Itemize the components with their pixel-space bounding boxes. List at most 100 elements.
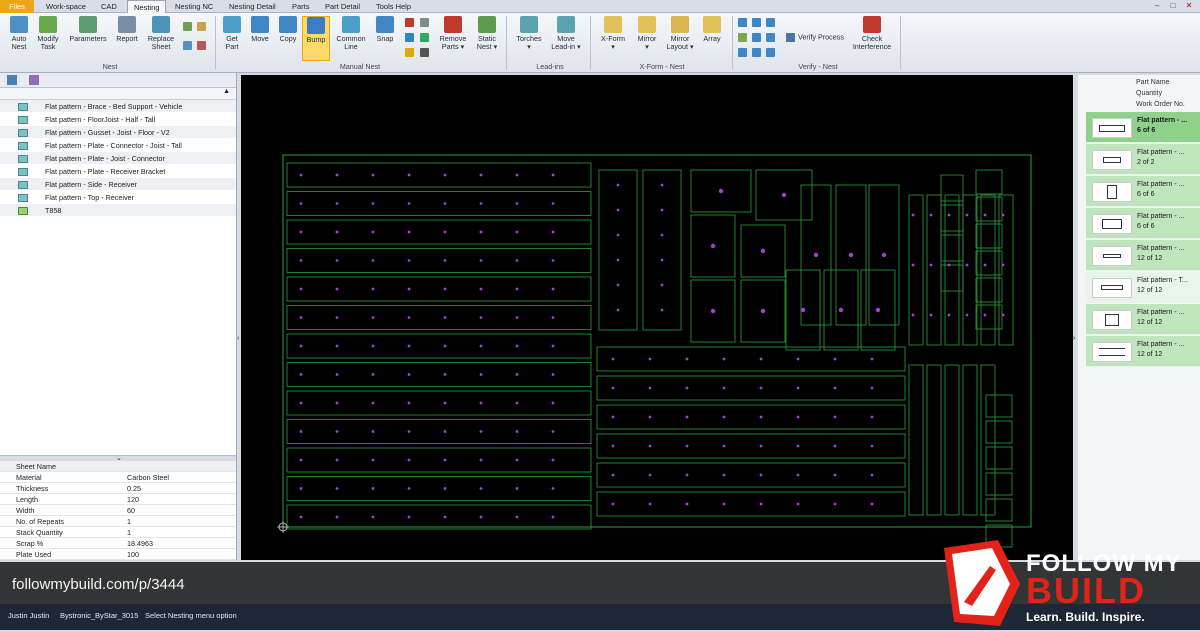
menu-bar: Files Work-space CAD Nesting Nesting NC … <box>0 0 1200 13</box>
list-item[interactable]: Flat pattern - Plate - Connector - Joist… <box>0 139 236 152</box>
part-hole <box>371 401 375 405</box>
maximize-icon[interactable]: □ <box>1168 1 1178 11</box>
collapse-right-icon[interactable]: › <box>1073 335 1075 342</box>
auto-nest-button[interactable]: Auto Nest <box>5 16 33 51</box>
part-hole <box>911 313 915 317</box>
list-item[interactable]: Flat pattern - Brace - Bed Support - Veh… <box>0 100 236 113</box>
small-tool-icon[interactable] <box>738 33 747 42</box>
part-row[interactable]: Flat pattern - T... 12 of 12 <box>1086 272 1200 303</box>
replace-sheet-button[interactable]: Replace Sheet <box>145 16 177 51</box>
parameters-button[interactable]: Parameters <box>68 16 108 43</box>
torches-button[interactable]: Torches ▾ <box>512 16 546 51</box>
list-item[interactable]: T858 <box>0 204 236 217</box>
list-item[interactable]: Flat pattern - Plate - Joist - Connector <box>0 152 236 165</box>
mirror-button[interactable]: Mirror ▾ <box>632 16 662 51</box>
part-row[interactable]: Flat pattern - ... 12 of 12 <box>1086 304 1200 335</box>
small-tool-icon[interactable] <box>766 18 775 27</box>
list-item[interactable]: Flat pattern - Gusset - Joist - Floor - … <box>0 126 236 139</box>
get-part-button[interactable]: Get Part <box>219 16 245 51</box>
x-form-button[interactable]: X-Form ▾ <box>597 16 629 51</box>
report-button[interactable]: Report <box>112 16 142 43</box>
property-row[interactable]: Material Carbon Steel <box>0 472 236 483</box>
small-tool-icon[interactable] <box>420 18 429 27</box>
tab-nesting[interactable]: Nesting <box>127 0 167 13</box>
small-tool-icon[interactable] <box>752 33 761 42</box>
move-lead-in-button[interactable]: Move Lead-in ▾ <box>548 16 584 51</box>
small-tool-icon[interactable] <box>752 18 761 27</box>
nest-canvas[interactable] <box>241 75 1073 560</box>
remove-parts-button[interactable]: Remove Parts ▾ <box>437 16 469 51</box>
modify-task-button[interactable]: Modify Task <box>34 16 62 51</box>
part-row[interactable]: Flat pattern - ... 12 of 12 <box>1086 336 1200 367</box>
tab-tools-help[interactable]: Tools Help <box>370 0 417 13</box>
property-row[interactable]: Length 120 <box>0 494 236 505</box>
snap-button[interactable]: Snap <box>372 16 398 43</box>
part-thumbnail <box>1092 150 1132 170</box>
part-hole <box>299 401 303 405</box>
tab-part-detail[interactable]: Part Detail <box>319 0 366 13</box>
close-icon[interactable]: ✕ <box>1184 1 1194 11</box>
verify-process-button[interactable]: Verify Process <box>786 33 848 42</box>
small-tool-icon[interactable] <box>766 33 775 42</box>
property-row[interactable]: No. of Repeats 1 <box>0 516 236 527</box>
property-row[interactable]: Width 60 <box>0 505 236 516</box>
minimize-icon[interactable]: – <box>1152 1 1162 11</box>
part-hole <box>443 458 447 462</box>
part-hole <box>616 283 620 287</box>
torches-icon <box>520 16 538 33</box>
tab-nesting-detail[interactable]: Nesting Detail <box>223 0 282 13</box>
small-tool-icon[interactable] <box>738 18 747 27</box>
array-button[interactable]: Array <box>699 16 725 43</box>
collapse-icon[interactable]: ▲ <box>223 88 230 95</box>
part-row[interactable]: Flat pattern - ... 6 of 6 <box>1086 208 1200 239</box>
small-tool-icon[interactable] <box>405 33 414 42</box>
property-row[interactable]: Scrap % 18.4963 <box>0 538 236 549</box>
small-tool-icon[interactable] <box>197 22 206 31</box>
view-tree-icon[interactable] <box>29 75 39 85</box>
property-row[interactable]: Thickness 0.25 <box>0 483 236 494</box>
list-item[interactable]: Flat pattern - Plate - Receiver Bracket <box>0 165 236 178</box>
part-hole <box>479 344 483 348</box>
part-hole <box>611 415 615 419</box>
small-tool-icon[interactable] <box>420 48 429 57</box>
collapse-left-icon[interactable]: ‹ <box>237 335 239 342</box>
small-tool-icon[interactable] <box>405 18 414 27</box>
small-tool-icon[interactable] <box>766 48 775 57</box>
static-nest-button[interactable]: Static Nest ▾ <box>472 16 502 51</box>
property-row[interactable]: Plate Used 100 <box>0 549 236 560</box>
part-row[interactable]: Flat pattern - ... 6 of 6 <box>1086 112 1200 143</box>
part-row[interactable]: Flat pattern - ... 2 of 2 <box>1086 144 1200 175</box>
part-row[interactable]: Flat pattern - ... 6 of 6 <box>1086 176 1200 207</box>
tab-workspace[interactable]: Work-space <box>40 0 92 13</box>
small-tool-icon[interactable] <box>183 22 192 31</box>
part-icon <box>18 181 28 189</box>
nested-part <box>985 498 1013 522</box>
move-button[interactable]: Move <box>247 16 273 43</box>
check-interference-button[interactable]: Check Interference <box>850 16 894 51</box>
small-tool-icon[interactable] <box>197 41 206 50</box>
part-hole <box>710 308 716 314</box>
part-hole <box>648 386 652 390</box>
view-list-icon[interactable] <box>7 75 17 85</box>
tab-files[interactable]: Files <box>0 0 34 13</box>
mirror-layout-button[interactable]: Mirror Layout ▾ <box>665 16 695 51</box>
small-tool-icon[interactable] <box>738 48 747 57</box>
small-tool-icon[interactable] <box>752 48 761 57</box>
tab-parts[interactable]: Parts <box>286 0 316 13</box>
part-hole <box>479 430 483 433</box>
tab-cad[interactable]: CAD <box>95 0 123 13</box>
list-item[interactable]: Flat pattern - Top - Receiver <box>0 191 236 204</box>
list-item[interactable]: Flat pattern - FloorJoist - Half - Tall <box>0 113 236 126</box>
small-tool-icon[interactable] <box>420 33 429 42</box>
copy-button[interactable]: Copy <box>275 16 301 43</box>
bump-button[interactable]: Bump <box>302 16 330 61</box>
list-item[interactable]: Flat pattern - Side - Receiver <box>0 178 236 191</box>
common-line-button[interactable]: Common Line <box>334 16 368 51</box>
small-tool-icon[interactable] <box>405 48 414 57</box>
property-row[interactable]: Stack Quantity 1 <box>0 527 236 538</box>
part-row[interactable]: Flat pattern - ... 12 of 12 <box>1086 240 1200 271</box>
overlay-url[interactable]: followmybuild.com/p/3444 <box>12 576 185 593</box>
small-tool-icon[interactable] <box>183 41 192 50</box>
part-hole <box>648 357 652 361</box>
tab-nesting-nc[interactable]: Nesting NC <box>169 0 219 13</box>
